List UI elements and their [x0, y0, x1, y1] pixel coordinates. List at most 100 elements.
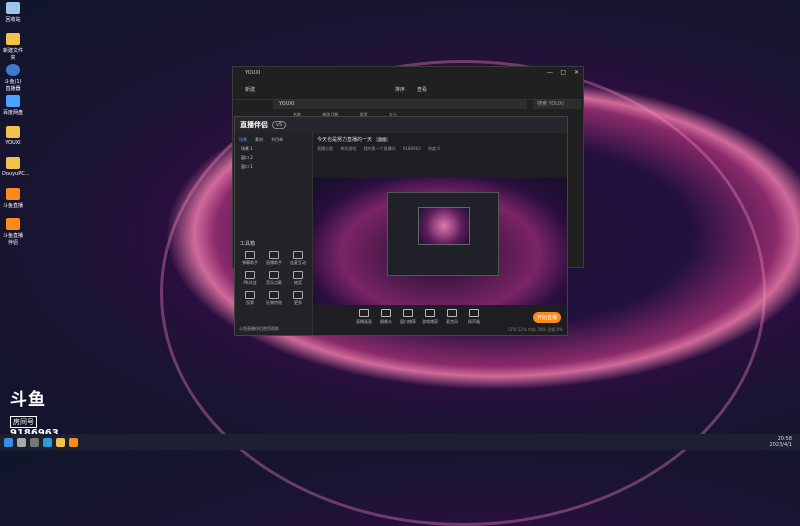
room-subcategory[interactable]: 单机游戏: [340, 146, 356, 151]
recycle-bin-icon: [6, 2, 20, 14]
douyu-icon: [6, 218, 20, 230]
start-live-button[interactable]: 开始直播: [532, 312, 561, 323]
desktop-icon-douyu-broadcaster[interactable]: 斗鱼(1)直播器: [2, 64, 24, 92]
desktop-icon-label: 斗鱼直播伴侣: [2, 233, 23, 246]
room-tag: 游戏: [376, 137, 389, 142]
camera-icon: [381, 309, 391, 317]
tool-icon: [245, 271, 255, 279]
tool-item[interactable]: 投票: [238, 291, 262, 306]
tool-item[interactable]: 直播助手: [262, 251, 286, 266]
tool-label: PK对战: [243, 280, 257, 285]
room-heat: 热度 0: [427, 146, 440, 151]
douyu-icon: [6, 188, 20, 200]
source-label: 麦克风: [446, 319, 458, 324]
desktop-icon-label: 回收站: [5, 17, 21, 23]
folder-icon[interactable]: [56, 437, 65, 447]
watermark-room-label: 房间号: [10, 416, 37, 428]
taskbar: 20:58 2023/4/1: [0, 434, 800, 450]
toolbox-title: 工具箱: [240, 241, 256, 247]
source-button[interactable]: 扬声器: [463, 309, 485, 325]
desktop-icon-label: YOUXI: [5, 140, 21, 146]
tool-icon: [293, 291, 303, 299]
source-button[interactable]: 游戏捕获: [419, 309, 441, 325]
nested-preview-inner: [418, 207, 470, 245]
desktop-icon-baidu-netdisk[interactable]: 百度网盘: [2, 95, 24, 116]
tool-item[interactable]: 音乐点歌: [262, 271, 286, 286]
desktop-icon-douyu-live[interactable]: 斗鱼直播: [2, 188, 24, 209]
tool-item[interactable]: 弹幕助手: [238, 251, 262, 266]
source-button[interactable]: 摄像头: [375, 309, 397, 325]
sort-button[interactable]: 排序: [395, 86, 405, 93]
room-id: 9186963: [402, 146, 421, 151]
folder-icon: [6, 157, 20, 169]
scene-item[interactable]: 场景 1: [241, 146, 312, 152]
tool-label: 弹幕助手: [242, 260, 258, 265]
tool-label: 直播助手: [266, 260, 282, 265]
status-bar: CPU 12% 内存 34% 丢帧 0%: [508, 327, 563, 332]
close-icon[interactable]: ✕: [574, 69, 579, 76]
tool-label: 更多: [294, 300, 302, 305]
tool-item[interactable]: 更多: [286, 291, 310, 306]
folder-icon: [6, 33, 20, 45]
watermark-logo: 斗鱼: [10, 390, 46, 410]
main-panel: 今天也是努力直播的一天 游戏 直播分类 单机游戏 我的第一个直播间 9186963…: [313, 133, 567, 335]
new-button[interactable]: 新建: [245, 86, 255, 93]
douyu-companion-window[interactable]: 直播伴侣 v5 场景 素材 节目单 场景 1 窗口 2 窗口 1 工具箱 弹幕助…: [234, 116, 568, 336]
desktop-icon-label: 斗鱼直播: [2, 203, 23, 209]
help-link[interactable]: 斗鱼直播伴侣使用帮助: [239, 326, 279, 332]
desktop-icon-new-folder[interactable]: 新建文件夹: [2, 33, 24, 61]
search-input[interactable]: 搜索 YOUXI: [533, 100, 581, 109]
source-button[interactable]: 直播画面: [353, 309, 375, 325]
room-title-text[interactable]: 今天也是努力直播的一天: [317, 137, 372, 143]
desktop-icon-youxi[interactable]: YOUXI: [2, 126, 24, 146]
tool-item[interactable]: 连麦互动: [286, 251, 310, 266]
search-icon[interactable]: [17, 437, 26, 447]
source-button[interactable]: 窗口捕获: [397, 309, 419, 325]
browser-icon[interactable]: [43, 437, 52, 447]
screen-icon: [359, 309, 369, 317]
address-bar[interactable]: YOUXI: [273, 100, 527, 109]
tool-item[interactable]: 礼物特效: [262, 291, 286, 306]
room-category[interactable]: 直播分类: [317, 146, 333, 151]
tab-scene[interactable]: 场景: [239, 137, 247, 143]
tool-label: 连麦互动: [290, 260, 306, 265]
tool-icon: [245, 251, 255, 259]
tool-label: 抽奖: [294, 280, 302, 285]
desktop-icon-label: 百度网盘: [2, 110, 23, 116]
tool-item[interactable]: 抽奖: [286, 271, 310, 286]
start-icon[interactable]: [4, 437, 13, 447]
sidebar-tabs: 场景 素材 节目单: [239, 137, 312, 143]
tool-label: 礼物特效: [266, 300, 282, 305]
minimize-icon[interactable]: —: [547, 69, 553, 76]
cloud-icon: [6, 95, 20, 107]
toolbox-grid: 弹幕助手 直播助手 连麦互动 PK对战 音乐点歌 抽奖 投票 礼物特效 更多: [238, 251, 310, 306]
desktop-icon-douyu-companion[interactable]: 斗鱼直播伴侣: [2, 218, 24, 246]
task-view-icon[interactable]: [30, 437, 39, 447]
speaker-icon: [469, 309, 479, 317]
maximize-icon[interactable]: □: [560, 69, 566, 76]
source-label: 窗口捕获: [400, 319, 416, 324]
stream-preview[interactable]: [313, 178, 567, 305]
tab-material[interactable]: 素材: [255, 137, 263, 143]
tool-icon: [293, 271, 303, 279]
app-header: 直播伴侣 v5: [235, 117, 567, 133]
room-meta: 直播分类 单机游戏 我的第一个直播间 9186963 热度 0: [317, 146, 567, 152]
tool-icon: [245, 291, 255, 299]
source-button[interactable]: 麦克风: [441, 309, 463, 325]
system-tray-clock[interactable]: 20:58 2023/4/1: [770, 436, 792, 448]
tool-item[interactable]: PK对战: [238, 271, 262, 286]
tool-icon: [293, 251, 303, 259]
tool-label: 音乐点歌: [266, 280, 282, 285]
version-badge[interactable]: v5: [272, 121, 287, 129]
desktop-icon-recycle-bin[interactable]: 回收站: [2, 2, 24, 23]
room-title: 今天也是努力直播的一天 游戏: [317, 136, 567, 143]
desktop-icon-label: 斗鱼(1)直播器: [4, 79, 22, 92]
desktop-icon-douyupc[interactable]: DouyuPC...: [2, 157, 29, 177]
window-icon: [403, 309, 413, 317]
tool-icon: [269, 251, 279, 259]
scene-item[interactable]: 窗口 1: [241, 164, 312, 170]
scene-item[interactable]: 窗口 2: [241, 155, 312, 161]
view-button[interactable]: 查看: [417, 86, 427, 93]
douyu-icon[interactable]: [69, 437, 78, 447]
tab-program[interactable]: 节目单: [271, 137, 283, 143]
